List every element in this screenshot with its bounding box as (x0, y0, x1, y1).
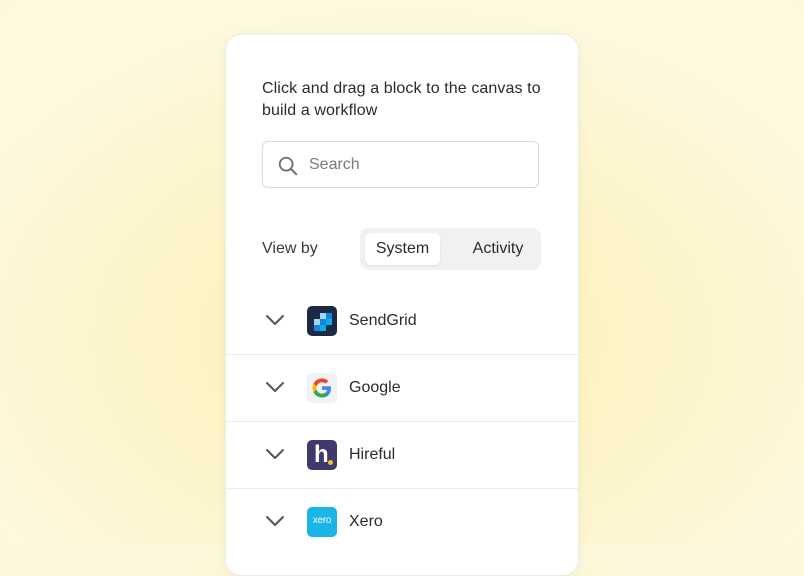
google-logo-icon (307, 373, 337, 403)
list-item-label: Xero (349, 513, 383, 530)
list-item-hireful[interactable]: h Hireful (226, 422, 578, 489)
list-item-label: Google (349, 379, 401, 396)
list-item-google[interactable]: Google (226, 355, 578, 422)
chevron-down-icon[interactable] (265, 314, 285, 326)
view-by-toggle: System Activity (360, 228, 541, 270)
view-by-label: View by (262, 240, 318, 257)
list-item-label: SendGrid (349, 312, 417, 329)
block-library-panel: Click and drag a block to the canvas to … (225, 34, 579, 576)
view-by-system-option[interactable]: System (365, 233, 440, 265)
xero-logo-icon: xero (307, 507, 337, 537)
search-box[interactable] (262, 141, 539, 188)
list-item-xero[interactable]: xero Xero (226, 489, 578, 555)
system-list: SendGrid Google h Hireful xero Xero (226, 288, 578, 555)
chevron-down-icon[interactable] (265, 381, 285, 393)
list-item-sendgrid[interactable]: SendGrid (226, 288, 578, 355)
chevron-down-icon[interactable] (265, 448, 285, 460)
hireful-logo-icon: h (307, 440, 337, 470)
sendgrid-logo-icon (307, 306, 337, 336)
list-item-label: Hireful (349, 446, 396, 463)
chevron-down-icon[interactable] (265, 515, 285, 527)
search-icon (278, 156, 298, 176)
search-input[interactable] (309, 152, 529, 178)
view-by-activity-option[interactable]: Activity (460, 233, 536, 265)
instruction-text: Click and drag a block to the canvas to … (262, 80, 541, 119)
